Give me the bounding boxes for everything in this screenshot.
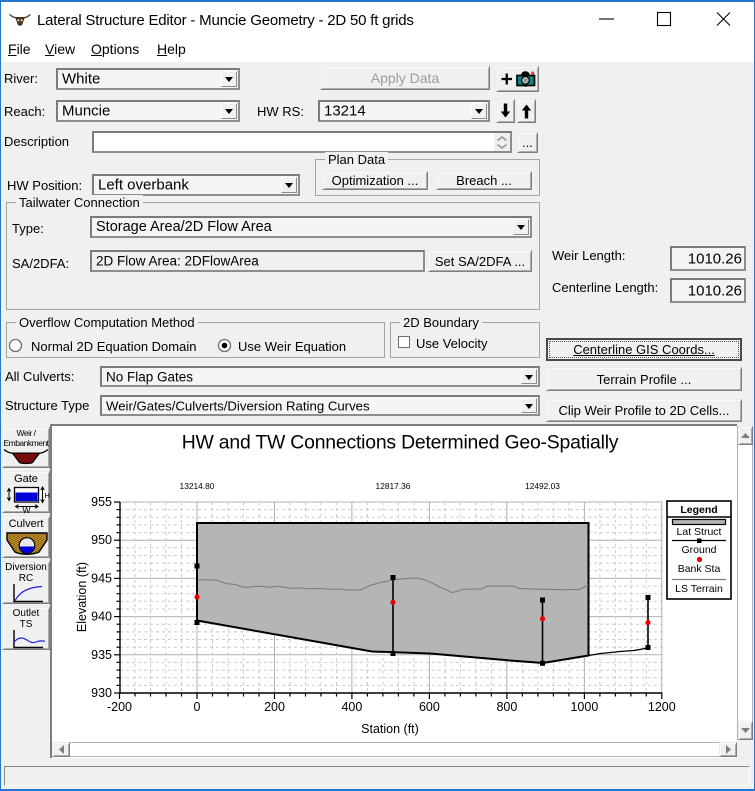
svg-text:800: 800	[496, 700, 517, 714]
svg-text:-200: -200	[107, 700, 132, 714]
svg-text:W: W	[23, 505, 31, 513]
svg-text:HW and TW Connections Determin: HW and TW Connections Determined Geo-Spa…	[182, 432, 619, 454]
svg-text:12817.36: 12817.36	[376, 481, 411, 491]
svg-text:12492.03: 12492.03	[525, 481, 560, 491]
svg-text:940: 940	[91, 610, 112, 624]
svg-text:Legend: Legend	[680, 504, 717, 516]
svg-text:950: 950	[91, 533, 112, 547]
svg-text:400: 400	[341, 700, 362, 714]
svg-text:600: 600	[419, 700, 440, 714]
svg-text:200: 200	[264, 700, 285, 714]
svg-text:0: 0	[194, 700, 201, 714]
svg-text:Lat Struct: Lat Struct	[677, 526, 722, 538]
svg-text:945: 945	[91, 571, 112, 585]
svg-text:955: 955	[91, 495, 112, 509]
svg-text:13214.80: 13214.80	[180, 481, 215, 491]
svg-text:LS Terrain: LS Terrain	[675, 583, 723, 595]
svg-text:1200: 1200	[648, 700, 676, 714]
svg-text:Ground: Ground	[681, 544, 716, 556]
svg-text:930: 930	[91, 686, 112, 700]
svg-text:935: 935	[91, 648, 112, 662]
svg-text:Station (ft): Station (ft)	[361, 722, 419, 736]
svg-text:Bank Sta: Bank Sta	[678, 563, 721, 575]
svg-text:1000: 1000	[570, 700, 598, 714]
svg-text:Elevation (ft): Elevation (ft)	[75, 562, 89, 632]
